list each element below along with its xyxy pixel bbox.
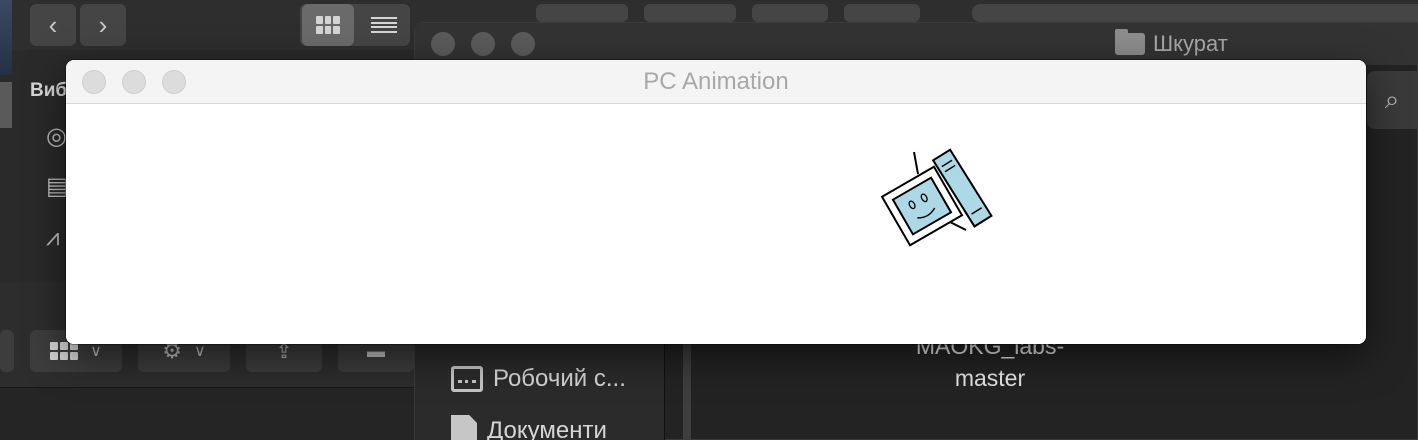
- desktop-strip: [0, 0, 12, 75]
- computer-icon: [880, 148, 993, 247]
- chevron-down-icon: ∨: [90, 343, 102, 360]
- close-button[interactable]: [82, 70, 106, 94]
- sidebar-selection: [0, 82, 12, 128]
- lower-nav-button[interactable]: [0, 330, 14, 372]
- action-button[interactable]: [644, 4, 736, 22]
- search-icon: ⌕: [1384, 84, 1400, 114]
- sidebar-item-label: Документи: [487, 417, 607, 440]
- zoom-button[interactable]: [162, 70, 186, 94]
- desktop-icon: [451, 366, 483, 392]
- minimize-button[interactable]: [122, 70, 146, 94]
- folder-icon: [1115, 29, 1145, 55]
- list-view-button[interactable]: [358, 4, 410, 46]
- back-button[interactable]: ‹: [30, 4, 76, 46]
- chevron-right-icon: ›: [98, 9, 108, 40]
- chevron-left-icon: ‹: [48, 9, 58, 40]
- pc-animation-window: PC Animation: [66, 60, 1366, 344]
- finder-minimize-button[interactable]: [471, 32, 495, 56]
- sidebar-item-documents[interactable]: Документи: [451, 415, 607, 440]
- share-button[interactable]: [752, 4, 828, 22]
- animation-canvas[interactable]: [66, 104, 1366, 344]
- sidebar-item-desktop[interactable]: Робочий с...: [451, 365, 626, 393]
- search-field[interactable]: [972, 4, 1418, 22]
- finder-titlebar: Шкурат: [415, 23, 1417, 65]
- window-title: PC Animation: [643, 68, 789, 95]
- list-icon: [371, 17, 397, 33]
- sidebar-section-label: Виб: [30, 80, 68, 101]
- toolbar-button[interactable]: [536, 4, 628, 22]
- finder-close-button[interactable]: [431, 32, 455, 56]
- finder-zoom-button[interactable]: [511, 32, 535, 56]
- finder-title: Шкурат: [1115, 29, 1228, 57]
- finder-title-text: Шкурат: [1153, 31, 1228, 56]
- grid-icon: [316, 16, 340, 34]
- sidebar-item-label: Робочий с...: [493, 365, 626, 392]
- document-icon: [451, 415, 477, 440]
- app-titlebar[interactable]: PC Animation: [66, 60, 1366, 104]
- grid-view-button[interactable]: [302, 4, 354, 46]
- finder-search-button[interactable]: ⌕: [1367, 71, 1417, 129]
- grid-icon: [50, 342, 79, 360]
- chevron-down-icon: ∨: [194, 343, 206, 360]
- tag-button[interactable]: [844, 4, 920, 22]
- file-name-line2: master: [954, 365, 1026, 391]
- forward-button[interactable]: ›: [80, 4, 126, 46]
